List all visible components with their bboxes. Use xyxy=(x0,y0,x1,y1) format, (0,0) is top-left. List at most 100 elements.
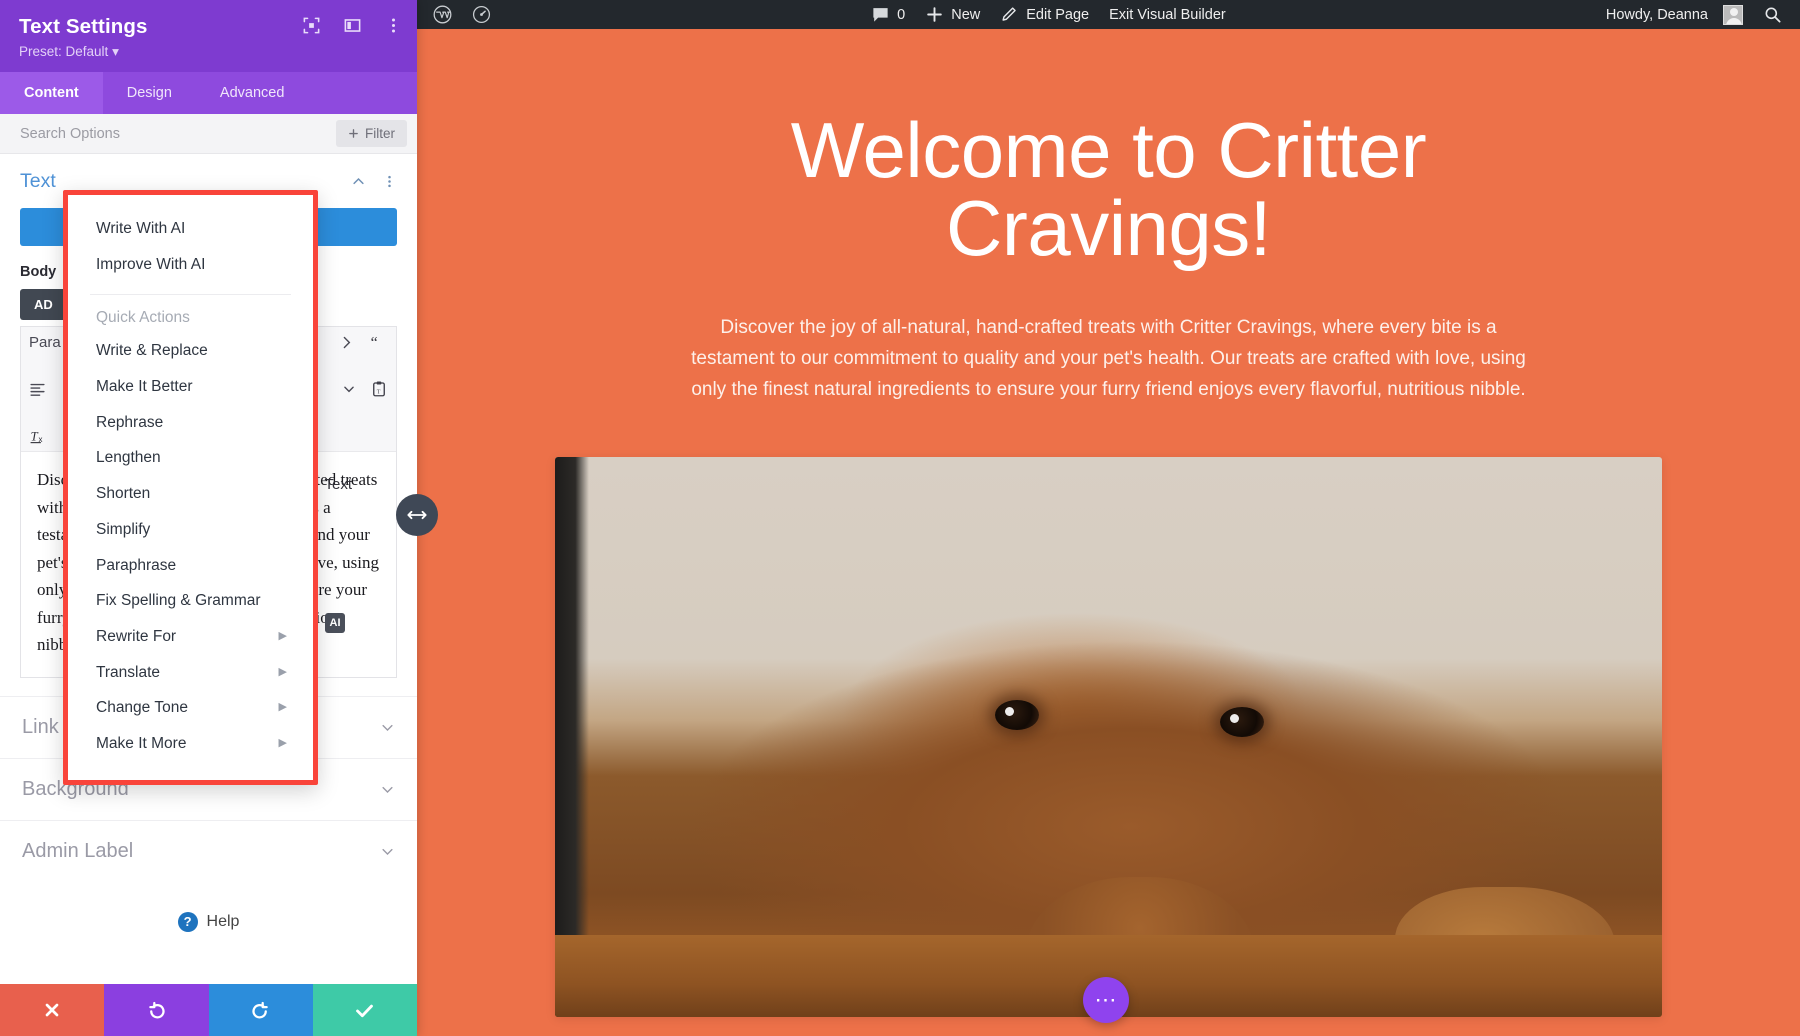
dashboard-icon xyxy=(472,5,491,24)
menu-item-paraphrase[interactable]: Paraphrase xyxy=(68,548,313,584)
svg-text:“: “ xyxy=(371,334,378,351)
page-preview-canvas[interactable]: Welcome to Critter Cravings! Discover th… xyxy=(417,29,1800,1036)
focus-target-icon[interactable] xyxy=(302,16,321,35)
align-left-icon[interactable] xyxy=(29,381,46,398)
undo-button[interactable] xyxy=(104,984,209,1036)
menu-item-simplify[interactable]: Simplify xyxy=(68,512,313,548)
cancel-button[interactable] xyxy=(0,984,105,1036)
menu-group-quick-actions: Quick Actions xyxy=(96,309,190,327)
menu-item-lengthen[interactable]: Lengthen xyxy=(68,440,313,476)
save-button[interactable] xyxy=(312,984,417,1036)
redo-button[interactable] xyxy=(208,984,313,1036)
quote-icon[interactable]: “ xyxy=(369,333,388,352)
menu-item-rephrase[interactable]: Rephrase xyxy=(68,405,313,441)
chevron-down-icon xyxy=(382,724,393,731)
menu-item-make-it-more[interactable]: Make It More ▶ xyxy=(68,726,313,762)
menu-item-improve-with-ai[interactable]: Improve With AI xyxy=(68,247,313,283)
admin-search-button[interactable] xyxy=(1753,0,1792,29)
dog-eye-right xyxy=(1220,707,1264,738)
search-options-row: Search Options Filter xyxy=(0,114,417,154)
help-button[interactable]: ? Help xyxy=(0,882,417,932)
app-root: Welcome to Critter Cravings! Discover th… xyxy=(0,0,1800,1036)
ad-toggle-chip[interactable]: AD xyxy=(20,289,67,320)
panel-tabs: Content Design Advanced xyxy=(0,72,417,114)
chevron-right-icon[interactable] xyxy=(338,334,355,351)
howdy-label: Howdy, Deanna xyxy=(1605,6,1708,23)
hero-paragraph[interactable]: Discover the joy of all-natural, hand-cr… xyxy=(686,313,1531,405)
edit-page-button[interactable]: Edit Page xyxy=(990,0,1099,29)
editor-text-tab[interactable]: Text xyxy=(324,476,352,493)
close-x-icon xyxy=(45,1003,59,1017)
menu-item-rewrite-for[interactable]: Rewrite For ▶ xyxy=(68,619,313,655)
submenu-arrow-icon: ▶ xyxy=(278,665,287,678)
submenu-arrow-icon: ▶ xyxy=(278,630,287,643)
plus-icon xyxy=(927,7,943,22)
wordpress-logo-button[interactable] xyxy=(423,0,462,29)
hero-title[interactable]: Welcome to Critter Cravings! xyxy=(629,29,1589,267)
ai-badge[interactable]: AI xyxy=(325,613,345,633)
comment-bubble-icon xyxy=(873,8,888,22)
tab-advanced[interactable]: Advanced xyxy=(196,72,309,114)
edit-page-label: Edit Page xyxy=(1026,6,1090,23)
checkmark-icon xyxy=(356,1004,374,1017)
menu-item-write-and-replace[interactable]: Write & Replace xyxy=(68,333,313,369)
pencil-icon xyxy=(1002,7,1016,21)
menu-item-write-with-ai[interactable]: Write With AI xyxy=(68,211,313,247)
menu-item-label: Simplify xyxy=(96,520,151,538)
chevron-down-icon[interactable] xyxy=(342,382,356,396)
hero-image[interactable] xyxy=(555,457,1662,1018)
clear-formatting-icon[interactable]: T x xyxy=(29,426,48,445)
vertical-ellipsis-icon[interactable] xyxy=(384,16,403,35)
vertical-ellipsis-icon[interactable] xyxy=(382,174,397,189)
menu-item-label: Make It Better xyxy=(96,378,193,396)
menu-item-change-tone[interactable]: Change Tone ▶ xyxy=(68,690,313,726)
tab-advanced-label: Advanced xyxy=(219,85,285,101)
submenu-arrow-icon: ▶ xyxy=(278,737,287,750)
ai-context-menu[interactable]: Write With AI Improve With AI Quick Acti… xyxy=(63,190,318,785)
tab-design[interactable]: Design xyxy=(103,72,196,114)
comments-count: 0 xyxy=(897,6,906,23)
panel-layout-icon[interactable] xyxy=(343,16,362,35)
panel-footer xyxy=(0,984,417,1036)
paste-as-text-icon[interactable]: T xyxy=(370,380,388,398)
search-icon xyxy=(1765,7,1781,23)
menu-item-label: Rephrase xyxy=(96,413,164,431)
menu-item-label: Make It More xyxy=(96,734,187,752)
menu-item-label: Change Tone xyxy=(96,699,188,717)
paragraph-format-select[interactable]: Para xyxy=(29,334,61,351)
menu-item-label: Shorten xyxy=(96,485,151,503)
new-content-button[interactable]: New xyxy=(915,0,990,29)
chevron-down-icon xyxy=(382,786,393,793)
menu-divider xyxy=(90,294,291,296)
menu-item-fix-spelling-grammar[interactable]: Fix Spelling & Grammar xyxy=(68,583,313,619)
menu-item-label: Paraphrase xyxy=(96,556,177,574)
plus-icon xyxy=(349,129,358,138)
new-label: New xyxy=(951,6,981,23)
search-input[interactable]: Search Options xyxy=(20,126,336,142)
chevron-up-icon[interactable] xyxy=(351,174,366,189)
visual-builder-fab-button[interactable]: ⋯ xyxy=(1083,977,1129,1023)
site-dashboard-button[interactable] xyxy=(462,0,501,29)
comments-button[interactable]: 0 xyxy=(861,0,915,29)
panel-resize-handle[interactable] xyxy=(396,494,438,536)
preset-label: Preset: Default xyxy=(19,44,109,59)
exit-visual-builder-button[interactable]: Exit Visual Builder xyxy=(1099,0,1236,29)
admin-bar-left xyxy=(417,0,501,29)
howdy-user-menu[interactable]: Howdy, Deanna xyxy=(1596,0,1753,29)
horizontal-resize-icon xyxy=(407,510,427,520)
menu-item-make-it-better[interactable]: Make It Better xyxy=(68,369,313,405)
undo-arrow-icon xyxy=(149,1001,165,1019)
accordion-admin-label-text: Admin Label xyxy=(22,839,134,862)
filter-button[interactable]: Filter xyxy=(336,120,407,147)
exit-visual-builder-label: Exit Visual Builder xyxy=(1109,6,1226,23)
admin-bar-right: Howdy, Deanna xyxy=(1596,0,1800,29)
tab-design-label: Design xyxy=(126,85,172,101)
dog-eye-left xyxy=(995,700,1039,731)
menu-item-label: Rewrite For xyxy=(96,627,177,645)
accordion-admin-label[interactable]: Admin Label xyxy=(0,819,417,882)
tab-content[interactable]: Content xyxy=(0,72,103,114)
menu-item-shorten[interactable]: Shorten xyxy=(68,476,313,512)
chevron-down-icon xyxy=(382,848,393,855)
preset-selector[interactable]: Preset: Default ▾ xyxy=(19,44,398,60)
menu-item-translate[interactable]: Translate ▶ xyxy=(68,655,313,691)
